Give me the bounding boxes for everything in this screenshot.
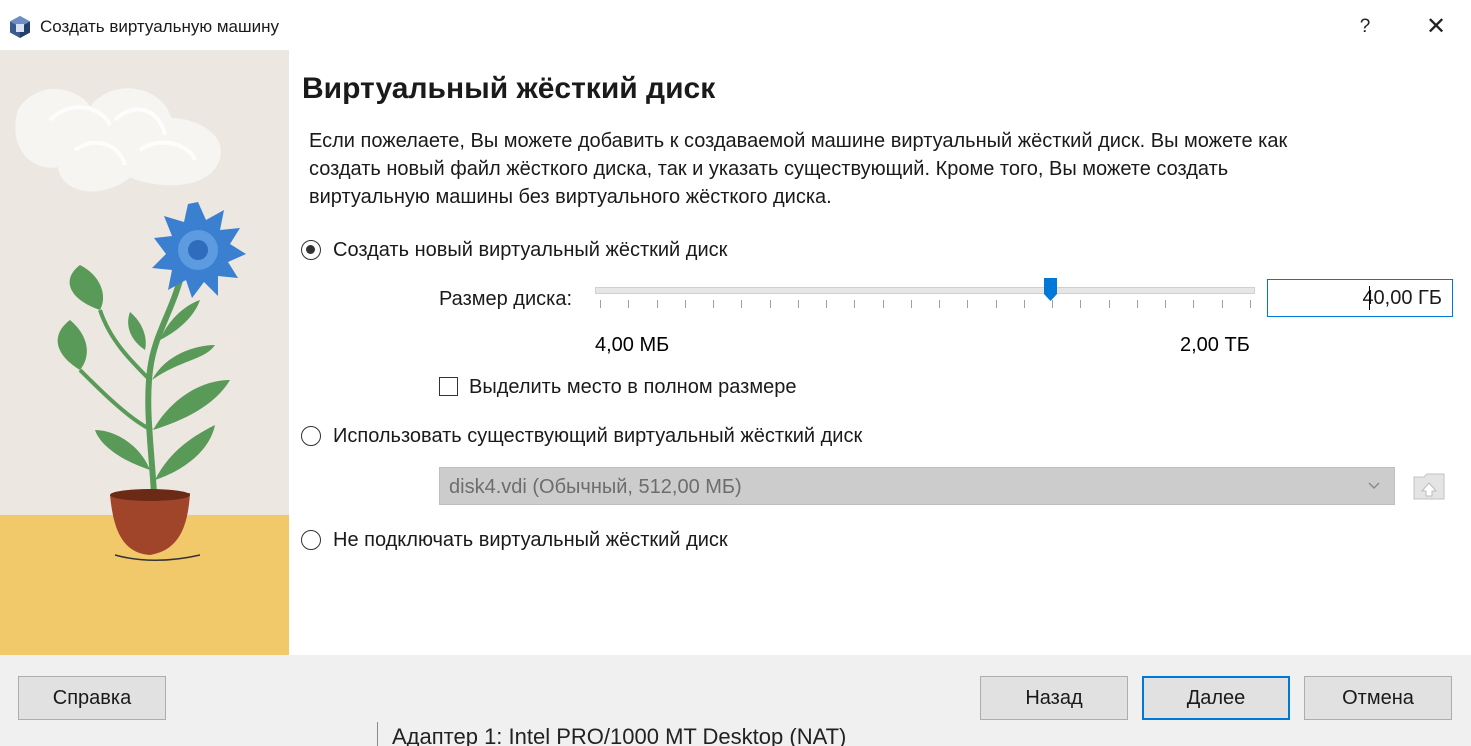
radio-no-disk[interactable] [301, 530, 321, 550]
text-caret [1369, 286, 1370, 310]
slider-tick [939, 300, 941, 308]
choose-disk-folder-icon[interactable] [1412, 469, 1446, 503]
background-divider [377, 722, 378, 746]
chevron-down-icon [1368, 482, 1380, 490]
slider-tick [1193, 300, 1195, 308]
slider-tick [600, 300, 601, 308]
slider-tick [995, 300, 997, 308]
create-vm-dialog: Создать виртуальную машину ? ✕ Виртуальн… [0, 0, 1471, 722]
slider-tick [967, 300, 969, 308]
preallocate-label[interactable]: Выделить место в полном размере [469, 376, 796, 399]
slider-tick [1023, 300, 1025, 308]
slider-tick [1080, 300, 1082, 308]
slider-min-label: 4,00 МБ [595, 334, 670, 356]
slider-tick [910, 300, 912, 308]
slider-tick [769, 300, 771, 308]
title-bar: Создать виртуальную машину ? ✕ [0, 0, 1471, 50]
existing-disk-value: disk4.vdi (Обычный, 512,00 МБ) [449, 476, 742, 498]
disk-size-input[interactable]: 40,00 ГБ [1267, 279, 1453, 317]
radio-create-new-disk[interactable] [301, 240, 321, 260]
back-button[interactable]: Назад [980, 676, 1128, 720]
window-title: Создать виртуальную машину [40, 17, 279, 36]
use-existing-disk-label[interactable]: Использовать существующий виртуальный жё… [333, 425, 862, 448]
slider-tick [741, 300, 743, 308]
slider-tick [826, 300, 828, 308]
slider-tick [713, 300, 715, 308]
slider-tick [797, 300, 799, 308]
preallocate-checkbox[interactable] [439, 377, 458, 396]
slider-handle[interactable] [1044, 278, 1058, 302]
cancel-button[interactable]: Отмена [1304, 676, 1452, 720]
slider-tick [656, 300, 658, 308]
slider-tick [854, 300, 856, 308]
close-button[interactable]: ✕ [1420, 12, 1452, 42]
slider-tick [882, 300, 884, 308]
background-adapter-text: Адаптер 1: Intel PRO/1000 MT Desktop (NA… [392, 724, 847, 746]
flower-pot-illustration [0, 88, 289, 655]
existing-disk-combobox[interactable]: disk4.vdi (Обычный, 512,00 МБ) [439, 467, 1395, 505]
page-title: Виртуальный жёсткий диск [302, 72, 716, 105]
disk-size-slider[interactable] [595, 287, 1255, 294]
page-description: Если пожелаете, Вы можете добавить к соз… [309, 130, 1288, 208]
slider-tick [1108, 300, 1110, 308]
slider-tick [1221, 300, 1223, 308]
virtualbox-icon [10, 16, 30, 38]
disk-size-label: Размер диска: [439, 288, 573, 310]
slider-tick [684, 300, 686, 308]
context-help-button[interactable]: ? [1350, 12, 1380, 42]
slider-tick [628, 300, 630, 308]
next-button[interactable]: Далее [1142, 676, 1290, 720]
radio-use-existing-disk[interactable] [301, 426, 321, 446]
slider-tick [1136, 300, 1138, 308]
slider-max-label: 2,00 ТБ [1180, 334, 1250, 356]
no-disk-label[interactable]: Не подключать виртуальный жёсткий диск [333, 529, 728, 552]
slider-tick [1165, 300, 1167, 308]
help-button[interactable]: Справка [18, 676, 166, 720]
slider-tick [1250, 300, 1251, 308]
create-new-disk-label[interactable]: Создать новый виртуальный жёсткий диск [333, 239, 727, 262]
wizard-illustration [0, 50, 289, 655]
